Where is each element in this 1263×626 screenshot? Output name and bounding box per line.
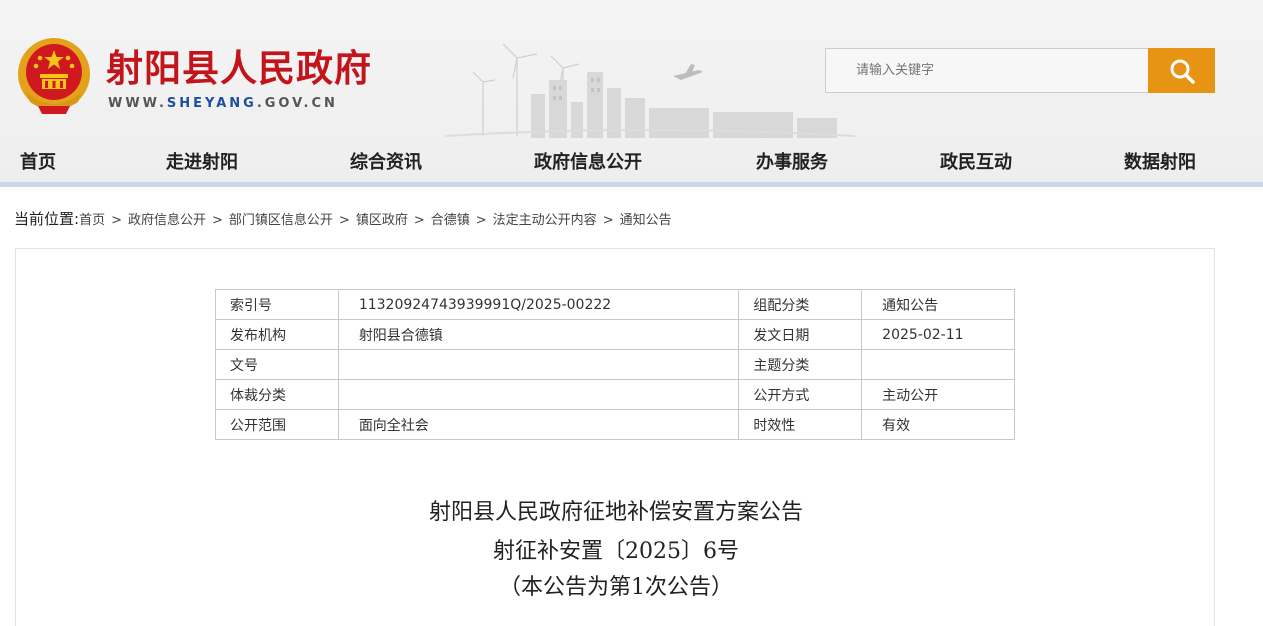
meta-key: 体裁分类 xyxy=(215,379,339,410)
site-title[interactable]: 射阳县人民政府 xyxy=(106,38,372,92)
main-nav: 首页 走进射阳 综合资讯 政府信息公开 办事服务 政民互动 数据射阳 xyxy=(0,140,1263,180)
document-note: （本公告为第1次公告） xyxy=(499,575,733,600)
breadcrumb-separator: > xyxy=(475,213,487,228)
skyline-illustration xyxy=(445,43,855,138)
breadcrumb-item-notices[interactable]: 通知公告 xyxy=(620,213,672,228)
site-header: 射阳县人民政府 WWW.SHEYANG.GOV.CN 请输入关键字 首页 走进射… xyxy=(0,0,1263,185)
nav-item-services[interactable]: 办事服务 xyxy=(756,148,828,174)
nav-item-about[interactable]: 走进射阳 xyxy=(166,148,238,174)
breadcrumb-item-town-govt[interactable]: 镇区政府 xyxy=(356,213,408,228)
meta-key: 时效性 xyxy=(738,409,863,440)
meta-value xyxy=(861,349,1015,380)
breadcrumb-separator: > xyxy=(602,213,614,228)
national-emblem-icon[interactable] xyxy=(16,36,92,116)
site-url: WWW.SHEYANG.GOV.CN xyxy=(108,96,338,111)
meta-value: 11320924743939991Q/2025-00222 xyxy=(337,289,740,320)
breadcrumb-item-disclosure[interactable]: 政府信息公开 xyxy=(128,213,206,228)
search-input[interactable] xyxy=(825,48,1149,93)
breadcrumb-item-statutory[interactable]: 法定主动公开内容 xyxy=(493,213,597,228)
search-icon xyxy=(1170,59,1195,84)
meta-key: 文号 xyxy=(215,349,339,380)
breadcrumb-item-home[interactable]: 首页 xyxy=(79,213,105,228)
meta-key: 组配分类 xyxy=(738,289,863,320)
table-row: 发布机构 射阳县合德镇 发文日期 2025-02-11 xyxy=(215,319,1015,350)
search-button[interactable] xyxy=(1148,48,1215,93)
article-panel: 索引号 11320924743939991Q/2025-00222 组配分类 通… xyxy=(15,248,1215,626)
meta-value: 主动公开 xyxy=(861,379,1015,410)
meta-key: 发文日期 xyxy=(738,319,863,350)
url-suffix: .GOV.CN xyxy=(256,96,338,111)
meta-value xyxy=(337,349,740,380)
table-row: 索引号 11320924743939991Q/2025-00222 组配分类 通… xyxy=(215,289,1015,320)
breadcrumb: 当前位置:首页 > 政府信息公开 > 部门镇区信息公开 > 镇区政府 > 合德镇 > 法定主动公开内… xyxy=(14,208,672,229)
nav-divider xyxy=(0,182,1263,187)
meta-value: 2025-02-11 xyxy=(861,319,1015,350)
meta-value xyxy=(337,379,740,410)
breadcrumb-separator: > xyxy=(338,213,350,228)
metadata-table: 索引号 11320924743939991Q/2025-00222 组配分类 通… xyxy=(215,289,1015,440)
breadcrumb-item-hede[interactable]: 合德镇 xyxy=(431,213,470,228)
breadcrumb-item-departments[interactable]: 部门镇区信息公开 xyxy=(229,213,333,228)
meta-key: 索引号 xyxy=(215,289,339,320)
meta-key: 主题分类 xyxy=(738,349,863,380)
breadcrumb-separator: > xyxy=(212,213,223,228)
table-row: 公开范围 面向全社会 时效性 有效 xyxy=(215,409,1015,440)
document-title: 射阳县人民政府征地补偿安置方案公告 xyxy=(428,500,803,525)
url-prefix: WWW. xyxy=(108,96,167,111)
nav-item-home[interactable]: 首页 xyxy=(20,148,56,174)
breadcrumb-separator: > xyxy=(111,213,122,228)
meta-value: 有效 xyxy=(861,409,1015,440)
meta-key: 公开范围 xyxy=(215,409,339,440)
nav-item-news[interactable]: 综合资讯 xyxy=(350,148,422,174)
meta-value: 通知公告 xyxy=(861,289,1015,320)
meta-key: 公开方式 xyxy=(738,379,863,410)
meta-key: 发布机构 xyxy=(215,319,339,350)
table-row: 文号 主题分类 xyxy=(215,349,1015,380)
breadcrumb-separator: > xyxy=(413,213,425,228)
document-number: 射征补安置〔2025〕6号 xyxy=(493,539,739,564)
url-mid: SHEYANG xyxy=(166,96,257,111)
breadcrumb-lead: 当前位置: xyxy=(14,210,80,228)
meta-value: 射阳县合德镇 xyxy=(337,319,740,350)
nav-item-data[interactable]: 数据射阳 xyxy=(1124,148,1196,174)
nav-item-interaction[interactable]: 政民互动 xyxy=(940,148,1012,174)
meta-value: 面向全社会 xyxy=(337,409,740,440)
table-row: 体裁分类 公开方式 主动公开 xyxy=(215,379,1015,410)
nav-item-disclosure[interactable]: 政府信息公开 xyxy=(534,148,642,174)
